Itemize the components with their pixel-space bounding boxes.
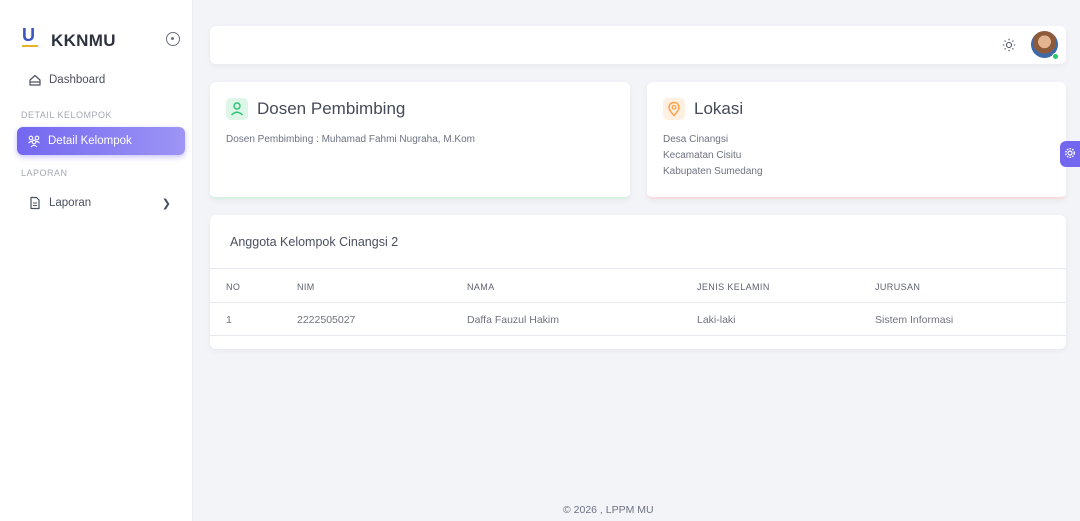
table-cell: 1 — [226, 314, 232, 326]
sidebar-item-label: Dashboard — [49, 74, 106, 86]
dosen-text: Dosen Pembimbing : Muhamad Fahmi Nugraha… — [226, 134, 475, 145]
footer-copyright: © 2026 , LPPM MU — [563, 504, 654, 516]
file-icon — [30, 196, 40, 210]
brand-name: KKNMU — [51, 31, 116, 50]
table-cell: Daffa Fauzul Hakim — [467, 314, 560, 326]
sidebar: U KKNMU Dashboard DETAIL KELOMPOK Detail… — [0, 0, 193, 521]
users-icon — [28, 135, 40, 148]
lokasi-desa: Desa Cinangsi — [663, 134, 729, 145]
lokasi-card: Lokasi Desa Cinangsi Kecamatan Cisitu Ka… — [647, 82, 1066, 199]
table-cell: Sistem Informasi — [875, 314, 954, 326]
gear-icon — [1064, 147, 1076, 159]
user-icon — [226, 98, 248, 120]
brand-logo: U — [22, 26, 38, 54]
sidebar-item-laporan[interactable]: Laporan ❯ — [18, 189, 183, 217]
column-header: JURUSAN — [875, 282, 921, 292]
column-header: NIM — [297, 282, 315, 292]
table-title: Anggota Kelompok Cinangsi 2 — [230, 235, 399, 249]
chevron-right-icon: ❯ — [161, 198, 171, 210]
collapse-icon[interactable] — [166, 32, 180, 46]
brand[interactable]: U KKNMU — [22, 26, 116, 54]
location-pin-icon — [663, 98, 685, 120]
dosen-pembimbing-card: Dosen Pembimbing Dosen Pembimbing : Muha… — [210, 82, 630, 199]
sidebar-item-label: Detail Kelompok — [48, 135, 132, 147]
home-icon — [29, 74, 41, 86]
card-title: Dosen Pembimbing — [257, 99, 406, 118]
anggota-table-card: Anggota Kelompok Cinangsi 2 NO NIM NAMA … — [210, 215, 1066, 349]
online-status-dot — [1052, 53, 1059, 60]
section-header-laporan: LAPORAN — [21, 168, 68, 178]
column-header: JENIS KELAMIN — [697, 282, 770, 292]
top-navbar — [210, 26, 1066, 64]
lokasi-kabupaten: Kabupaten Sumedang — [663, 166, 763, 177]
sidebar-item-label: Laporan — [49, 197, 92, 209]
lokasi-kecamatan: Kecamatan Cisitu — [663, 150, 742, 161]
table-cell: Laki-laki — [697, 314, 736, 326]
table-header: NO NIM NAMA JENIS KELAMIN JURUSAN — [210, 268, 1066, 303]
card-title: Lokasi — [694, 99, 744, 118]
sun-icon[interactable] — [1002, 38, 1016, 52]
section-header-detail-kelompok: DETAIL KELOMPOK — [21, 110, 113, 120]
sidebar-item-dashboard[interactable]: Dashboard — [18, 66, 183, 94]
sidebar-item-detail-kelompok[interactable]: Detail Kelompok — [17, 127, 185, 155]
column-header: NO — [226, 282, 241, 292]
table-cell: 2222505027 — [297, 314, 356, 326]
customizer-toggle[interactable] — [1060, 141, 1080, 167]
table-row: 1 2222505027 Daffa Fauzul Hakim Laki-lak… — [210, 303, 1066, 336]
column-header: NAMA — [467, 282, 495, 292]
